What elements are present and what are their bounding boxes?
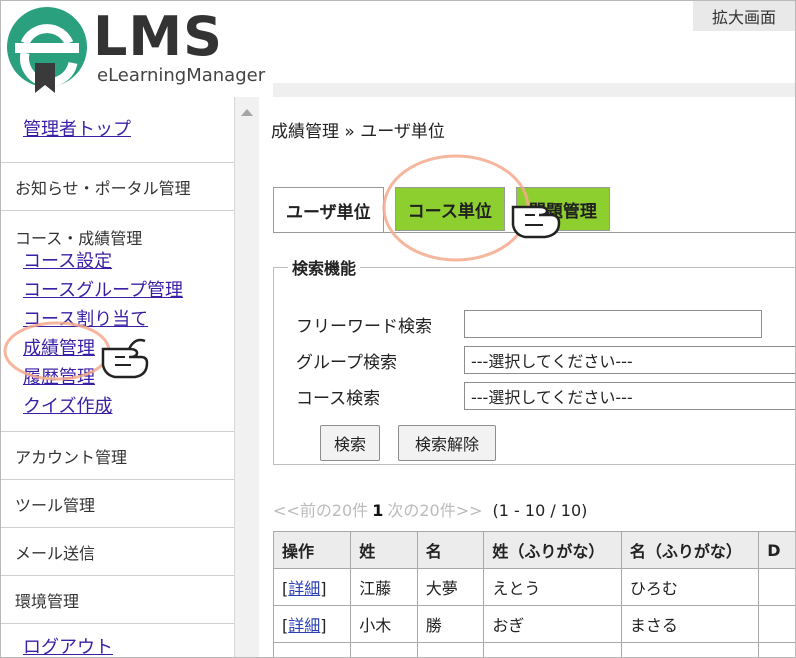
- course-label: コース検索: [296, 388, 381, 409]
- header-band: [273, 83, 795, 97]
- table-row: [272, 642, 795, 657]
- sidebar-scrollbar[interactable]: [235, 97, 259, 657]
- pager-current: 1: [372, 501, 384, 520]
- search-panel: 検索機能 フリーワード検索 グループ検索 ---選択してください--- コース検…: [273, 255, 795, 465]
- sidebar-item-environment[interactable]: 環境管理: [1, 576, 234, 624]
- app-window: LMS eLearningManager 拡大画面 管理者トップ お知らせ・ポー…: [0, 0, 796, 658]
- detail-link[interactable]: 詳細: [288, 579, 320, 598]
- sidebar-link-admin-top[interactable]: 管理者トップ: [23, 115, 131, 144]
- pager-prev: <<前の20件: [273, 501, 369, 520]
- col-last-kana: 姓（ふりがな）: [483, 531, 622, 569]
- cell-last-kana: えとう: [483, 568, 622, 606]
- cell-last: [350, 642, 418, 657]
- col-last-name: 姓: [350, 531, 418, 569]
- clear-search-button[interactable]: 検索解除: [398, 425, 496, 461]
- cell-first: [416, 642, 485, 657]
- col-d: D: [758, 531, 795, 569]
- pager-range: (1 - 10 / 10): [492, 501, 588, 520]
- sidebar: 管理者トップ お知らせ・ポータル管理 コース・成績管理 コース設定 コースグルー…: [1, 97, 235, 658]
- cell-last: 江藤: [350, 568, 418, 606]
- cell-last-kana: おぎ: [483, 605, 622, 643]
- table-row: [詳細] 江藤 大夢 えとう ひろむ: [272, 568, 795, 606]
- table-header-row: 操作 姓 名 姓（ふりがな） 名（ふりがな） D: [272, 531, 795, 569]
- tab-question-management[interactable]: 問題管理: [515, 187, 610, 231]
- cell-first: 勝: [416, 605, 485, 643]
- cell-d: [758, 642, 795, 657]
- group-select-value: ---選択してください---: [471, 352, 633, 371]
- course-select-value: ---選択してください---: [471, 388, 633, 407]
- sidebar-link-course-settings[interactable]: コース設定: [15, 247, 234, 276]
- zoom-label: 拡大画面: [693, 1, 795, 31]
- search-legend: 検索機能: [292, 259, 357, 278]
- sidebar-item-tools[interactable]: ツール管理: [1, 480, 234, 528]
- freeword-label: フリーワード検索: [296, 316, 432, 337]
- main-content: 成績管理 » ユーザ単位 ユーザ単位 コース単位 問題管理 検索機能 フリーワー…: [259, 97, 795, 657]
- breadcrumb: 成績管理 » ユーザ単位: [271, 122, 445, 142]
- sidebar-group-course: コース・成績管理 コース設定 コースグループ管理 コース割り当て 成績管理 履歴…: [1, 211, 234, 432]
- action-cell: [詳細]: [272, 568, 352, 606]
- cell-first-kana: [620, 642, 760, 657]
- elms-logo-icon: [7, 7, 87, 93]
- action-cell: [詳細]: [272, 605, 352, 643]
- logout-link[interactable]: ログアウト: [23, 633, 113, 658]
- tab-user-unit[interactable]: ユーザ単位: [273, 187, 384, 233]
- user-table: 操作 姓 名 姓（ふりがな） 名（ふりがな） D [詳細] 江藤 大夢 えとう …: [272, 531, 795, 657]
- col-first-name: 名: [416, 531, 485, 569]
- tab-bar: ユーザ単位 コース単位 問題管理: [273, 187, 611, 233]
- cell-first-kana: まさる: [620, 605, 760, 643]
- logo: LMS eLearningManager: [1, 1, 273, 93]
- logo-title: LMS: [93, 5, 224, 68]
- sidebar-link-quiz[interactable]: クイズ作成: [15, 392, 234, 421]
- logo-subtitle: eLearningManager: [97, 65, 266, 86]
- cell-d: [758, 568, 795, 606]
- group-select[interactable]: ---選択してください---: [464, 346, 795, 374]
- table-row: [詳細] 小木 勝 おぎ まさる: [272, 605, 795, 643]
- detail-link[interactable]: 詳細: [288, 616, 320, 635]
- sidebar-link-course-assign[interactable]: コース割り当て: [15, 305, 234, 334]
- sidebar-group-title: コース・成績管理: [15, 229, 143, 248]
- scroll-up-icon[interactable]: [241, 109, 253, 116]
- col-first-kana: 名（ふりがな）: [620, 531, 760, 569]
- group-label: グループ検索: [296, 352, 397, 373]
- sidebar-item-account[interactable]: アカウント管理: [1, 432, 234, 480]
- cell-first-kana: ひろむ: [620, 568, 760, 606]
- pager-next: 次の20件>>: [387, 501, 483, 520]
- sidebar-link-grades[interactable]: 成績管理: [15, 334, 234, 363]
- sidebar-top: 管理者トップ: [1, 97, 234, 163]
- cell-first: 大夢: [416, 568, 485, 606]
- action-cell: [272, 642, 352, 657]
- tab-underline: [273, 232, 795, 233]
- sidebar-logout: ログアウト: [1, 624, 234, 658]
- cell-d: [758, 605, 795, 643]
- tab-course-unit[interactable]: コース単位: [394, 187, 505, 231]
- course-select[interactable]: ---選択してください--- ⌄: [464, 382, 795, 410]
- sidebar-link-course-group[interactable]: コースグループ管理: [15, 276, 234, 305]
- sidebar-item-mail[interactable]: メール送信: [1, 528, 234, 576]
- freeword-input[interactable]: [464, 310, 762, 338]
- cell-last: 小木: [350, 605, 418, 643]
- sidebar-link-history[interactable]: 履歴管理: [15, 363, 234, 392]
- cell-last-kana: [483, 642, 622, 657]
- sidebar-item-portal[interactable]: お知らせ・ポータル管理: [1, 163, 234, 211]
- col-action: 操作: [272, 531, 352, 569]
- search-button[interactable]: 検索: [320, 425, 380, 461]
- pager: <<前の20件 1 次の20件>> (1 - 10 / 10): [273, 497, 587, 521]
